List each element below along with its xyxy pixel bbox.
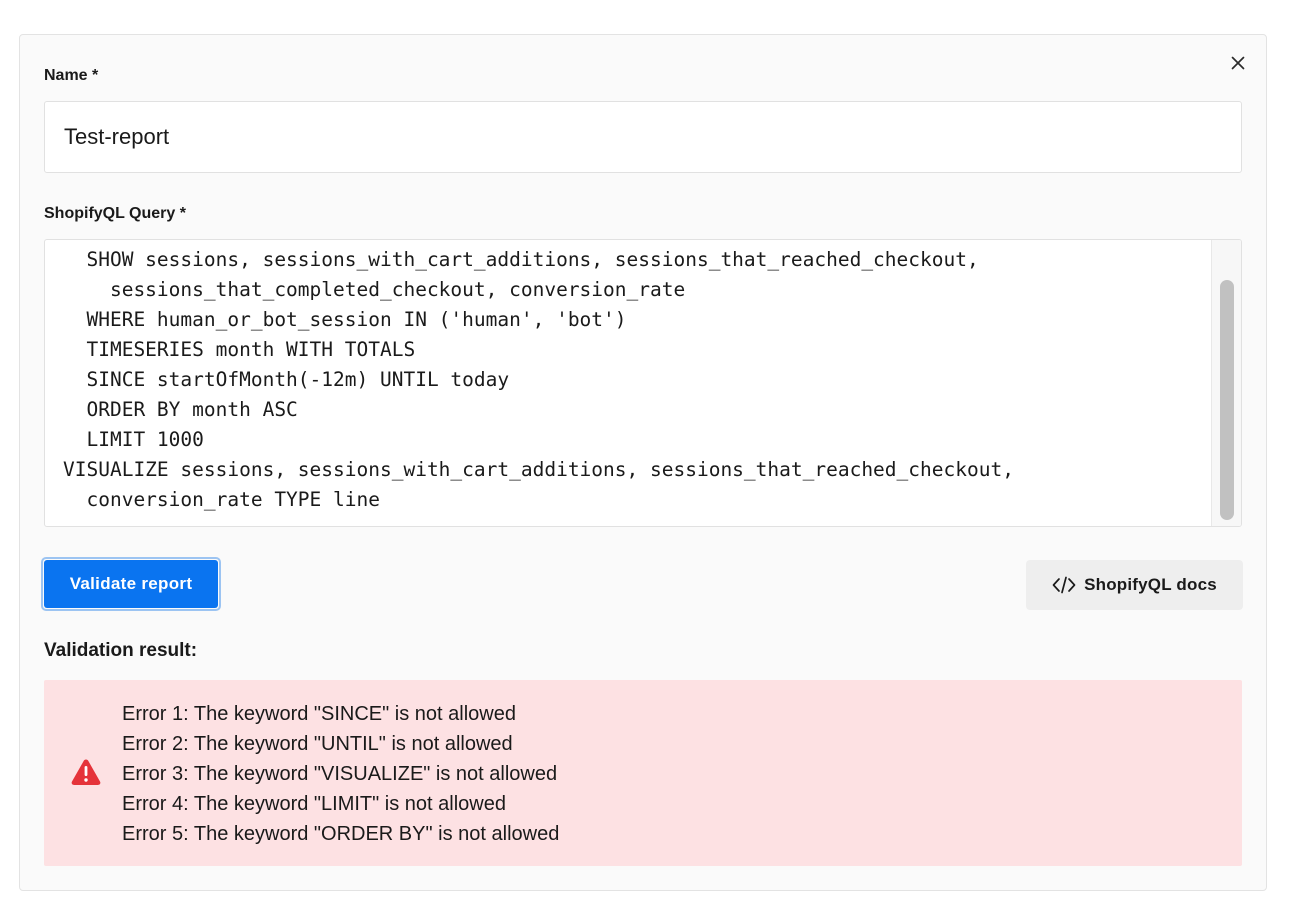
shopifyql-docs-label: ShopifyQL docs (1084, 575, 1217, 594)
validation-error-box: Error 1: The keyword "SINCE" is not allo… (44, 680, 1242, 866)
error-item: Error 3: The keyword "VISUALIZE" is not … (122, 763, 558, 785)
validation-error-list: Error 1: The keyword "SINCE" is not allo… (122, 699, 559, 849)
validation-result-title: Validation result: (44, 640, 198, 661)
error-item: Error 1: The keyword "SINCE" is not allo… (122, 703, 516, 725)
name-input[interactable] (44, 101, 1242, 173)
validate-report-button[interactable]: Validate report (41, 557, 221, 611)
code-icon (1052, 576, 1076, 594)
query-label: ShopifyQL Query * (44, 205, 186, 222)
warning-icon (71, 759, 101, 785)
query-scrollbar-thumb[interactable] (1220, 280, 1234, 520)
name-label: Name * (44, 67, 99, 84)
query-editor[interactable]: SHOW sessions, sessions_with_cart_additi… (44, 239, 1242, 527)
shopifyql-docs-button[interactable]: ShopifyQL docs (1026, 560, 1243, 610)
error-item: Error 4: The keyword "LIMIT" is not allo… (122, 793, 506, 815)
close-button[interactable] (1227, 52, 1249, 74)
query-scrollbar-track[interactable] (1211, 240, 1241, 526)
error-item: Error 2: The keyword "UNTIL" is not allo… (122, 733, 513, 755)
error-item: Error 5: The keyword "ORDER BY" is not a… (122, 823, 560, 845)
query-text[interactable]: SHOW sessions, sessions_with_cart_additi… (63, 245, 1014, 515)
validate-report-label: Validate report (44, 560, 218, 608)
close-icon (1231, 56, 1245, 70)
